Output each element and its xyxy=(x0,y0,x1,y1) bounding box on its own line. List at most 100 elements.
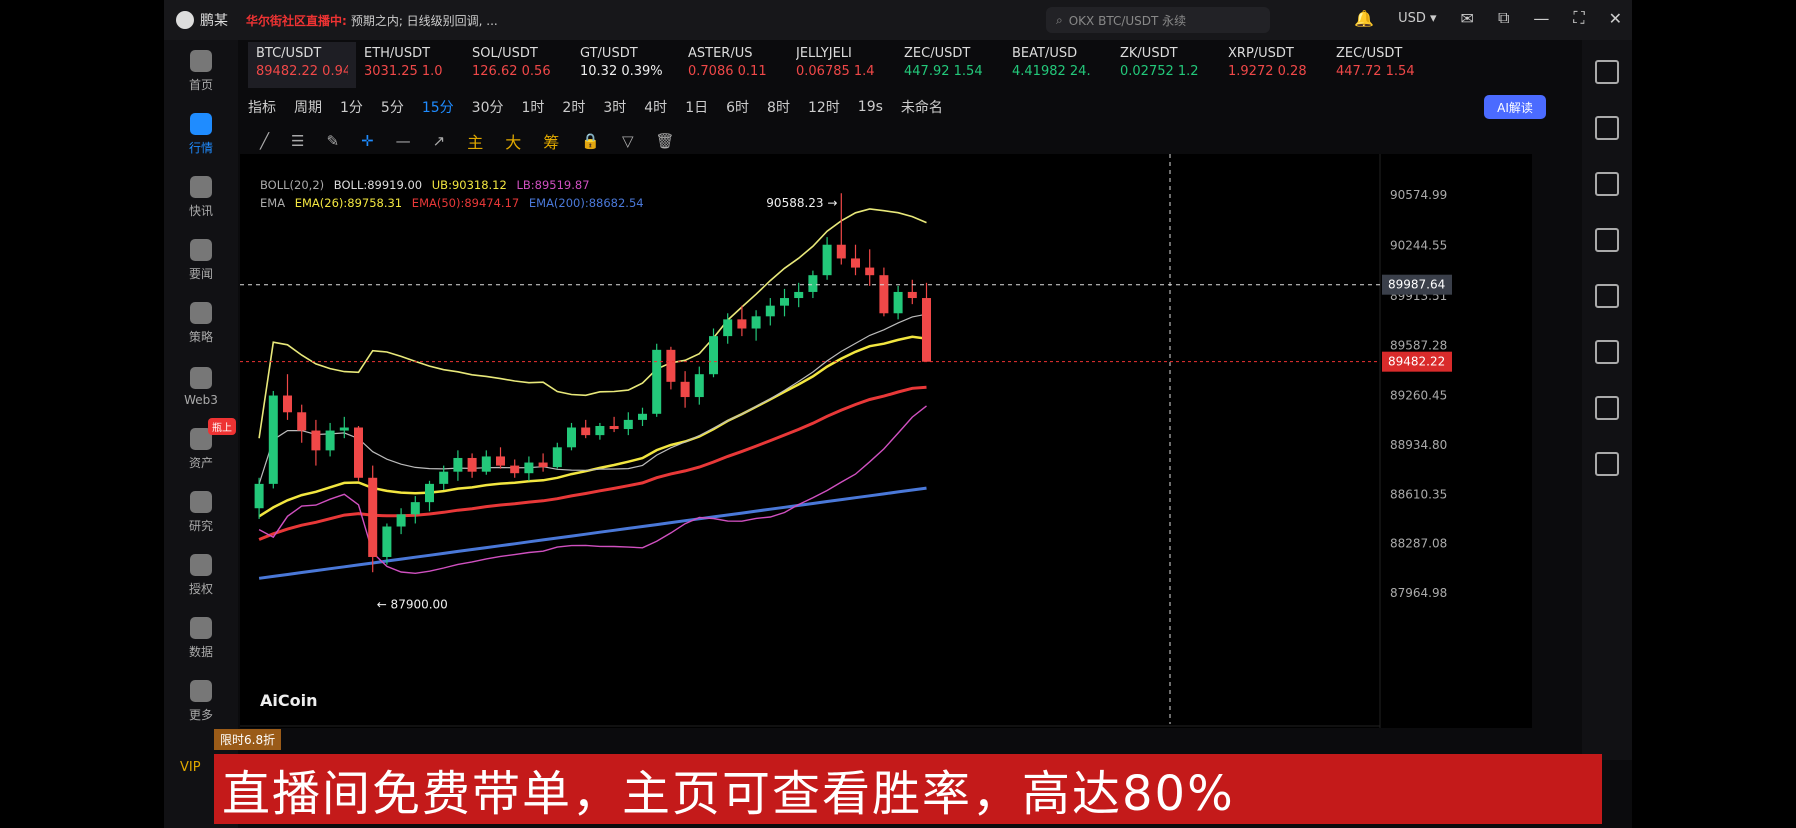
candle-body xyxy=(510,465,520,474)
sidebar-item-market[interactable]: 行情 xyxy=(164,103,238,166)
tab-jelly[interactable]: JELLYJELI 0.06785 1.4 xyxy=(788,42,896,88)
currency-label: USD xyxy=(1398,10,1426,26)
interval-1m[interactable]: 1分 xyxy=(340,97,363,117)
tab-change: 1.2 xyxy=(1177,64,1199,79)
interval-2h[interactable]: 2时 xyxy=(562,97,585,117)
news-ticker[interactable]: 华尔街社区直播中: 预期之内; 日线级别回调, ... xyxy=(246,12,498,29)
sidebar-label: 数据 xyxy=(188,645,213,659)
maximize-icon[interactable]: ⛶ xyxy=(1573,8,1584,28)
boll-lb-value: LB:89519.87 xyxy=(516,178,590,192)
interval-5m[interactable]: 5分 xyxy=(381,97,404,117)
interval-30m[interactable]: 30分 xyxy=(472,97,504,117)
user-menu[interactable]: 鹏某 xyxy=(176,10,228,30)
tab-change: 0.56 xyxy=(521,64,551,79)
tab-price: 447.92 xyxy=(904,64,950,79)
crosshair-tool-icon[interactable]: ✛ xyxy=(361,132,374,150)
interval-1h[interactable]: 1时 xyxy=(522,97,545,117)
tab-sol[interactable]: SOL/USDT 126.62 0.56 xyxy=(464,42,572,88)
interval-3h[interactable]: 3时 xyxy=(603,97,626,117)
tab-beat[interactable]: BEAT/USD 4.41982 24. xyxy=(1004,42,1112,88)
ray-tool-icon[interactable]: ↗ xyxy=(433,132,446,150)
period-button[interactable]: 周期 xyxy=(294,97,322,117)
candle-body xyxy=(297,412,307,431)
candle-body xyxy=(765,305,775,317)
main-overlay-button[interactable]: 主 xyxy=(467,129,483,153)
bot-icon[interactable] xyxy=(1595,396,1619,420)
ai-button[interactable]: AI解读 xyxy=(1484,95,1546,119)
tab-symbol: BTC/USDT xyxy=(256,46,322,61)
candle-body xyxy=(496,456,505,466)
tab-change: 0.94% xyxy=(322,64,348,79)
low-price-label: ← 87900.00 xyxy=(377,598,448,612)
candle-body xyxy=(354,427,363,478)
sidebar-label: 首页 xyxy=(188,78,213,92)
sidebar-item-home[interactable]: 首页 xyxy=(164,40,238,103)
close-icon[interactable]: ✕ xyxy=(1609,9,1622,28)
tab-xrp[interactable]: XRP/USDT 1.9272 0.28 xyxy=(1220,42,1328,88)
filter-icon[interactable]: ▽ xyxy=(622,132,634,150)
tab-eth[interactable]: ETH/USDT 3031.25 1.0 xyxy=(356,42,464,88)
sidebar-item-data[interactable]: 数据 xyxy=(164,607,238,670)
list-icon[interactable] xyxy=(1595,116,1619,140)
tab-zec-2[interactable]: ZEC/USDT 447.72 1.54 xyxy=(1328,42,1436,88)
indicator-button[interactable]: 指标 xyxy=(248,97,276,117)
sidebar-item-flash[interactable]: 快讯 xyxy=(164,166,238,229)
interval-12h[interactable]: 12时 xyxy=(808,97,840,117)
sidebar-item-more[interactable]: 更多 xyxy=(164,670,238,733)
lock-icon[interactable]: 🔒 xyxy=(581,132,600,150)
tab-gt[interactable]: GT/USDT 10.32 0.39% xyxy=(572,42,680,88)
book-icon[interactable] xyxy=(1595,340,1619,364)
tab-btc[interactable]: BTC/USDT 89482.22 0.94% xyxy=(248,42,356,88)
chip-overlay-button[interactable]: 筹 xyxy=(543,129,559,153)
external-icon[interactable]: ⧉ xyxy=(1498,8,1509,28)
tab-zec[interactable]: ZEC/USDT 447.92 1.54 xyxy=(896,42,1004,88)
sidebar-label: 快讯 xyxy=(188,204,213,218)
sidebar-label: 更多 xyxy=(188,708,213,722)
sidebar-item-news[interactable]: 要闻 xyxy=(164,229,238,292)
candle-body xyxy=(808,275,818,292)
sidebar-item-web3[interactable]: Web3 xyxy=(164,355,238,418)
high-price-label: 90588.23 → xyxy=(766,196,837,210)
search-input[interactable]: ⌕ OKX BTC/USDT 永续 xyxy=(1046,7,1270,33)
mail-icon[interactable]: ✉ xyxy=(1461,9,1474,28)
currency-select[interactable]: USD ▾ xyxy=(1398,11,1436,26)
exchange-icon[interactable] xyxy=(1595,452,1619,476)
calculator-icon[interactable] xyxy=(1595,172,1619,196)
candle-body xyxy=(780,298,789,306)
vip-label[interactable]: VIP xyxy=(180,760,201,775)
candle-body xyxy=(595,425,605,436)
monitor-icon[interactable] xyxy=(1595,284,1619,308)
candlestick-chart[interactable]: 90574.9990244.5589913.5189587.2889260.45… xyxy=(240,154,1532,728)
sidebar-item-auth[interactable]: 授权 xyxy=(164,544,238,607)
bar-chart-icon[interactable] xyxy=(1595,228,1619,252)
news-text: 预期之内; 日线级别回调, ... xyxy=(350,13,498,28)
brush-tool-icon[interactable]: ✎ xyxy=(326,132,339,150)
candle-body xyxy=(851,258,860,268)
bell-icon[interactable]: 🔔 xyxy=(1354,9,1374,28)
interval-4h[interactable]: 4时 xyxy=(644,97,667,117)
trash-icon[interactable]: 🗑 xyxy=(656,132,675,150)
interval-1d[interactable]: 1日 xyxy=(685,97,708,117)
interval-6h[interactable]: 6时 xyxy=(726,97,749,117)
interval-15m[interactable]: 15分 xyxy=(422,97,454,117)
grid-icon[interactable] xyxy=(1595,60,1619,84)
interval-8h[interactable]: 8时 xyxy=(767,97,790,117)
hline-tool-icon[interactable]: — xyxy=(396,132,411,150)
interval-19s[interactable]: 19s xyxy=(858,99,883,115)
layout-name[interactable]: 未命名 xyxy=(901,97,943,117)
line-tool-icon[interactable]: ╱ xyxy=(260,132,269,150)
candle-body xyxy=(552,447,562,468)
candle-body xyxy=(709,336,718,375)
sidebar-item-strategy[interactable]: 策略 xyxy=(164,292,238,355)
tab-aster[interactable]: ASTER/US 0.7086 0.11 xyxy=(680,42,788,88)
large-overlay-button[interactable]: 大 xyxy=(505,129,521,153)
tab-symbol: BEAT/USD xyxy=(1012,46,1078,61)
promo-badge[interactable]: 限时6.8折 xyxy=(214,729,282,750)
menu-tool-icon[interactable]: ☰ xyxy=(291,132,304,150)
minimize-icon[interactable]: — xyxy=(1533,9,1549,28)
sidebar-label: 研究 xyxy=(188,519,213,533)
tab-change: 1.54 xyxy=(953,64,983,79)
sidebar-item-research[interactable]: 研究 xyxy=(164,481,238,544)
tab-zk[interactable]: ZK/USDT 0.02752 1.2 xyxy=(1112,42,1220,88)
sidebar-label: 授权 xyxy=(188,582,213,596)
